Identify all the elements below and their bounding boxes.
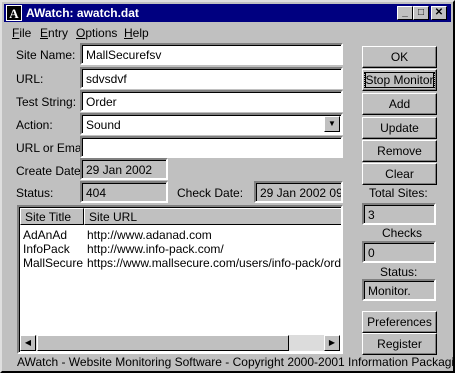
column-site-url[interactable]: Site URL	[84, 208, 341, 225]
list-header: Site Title Site URL	[20, 208, 341, 225]
horizontal-scrollbar[interactable]: ◀ ▶	[20, 335, 340, 351]
stop-monitor-button[interactable]: Stop Monitor	[362, 69, 437, 91]
ok-button[interactable]: OK	[362, 46, 437, 68]
checks-field: 0	[362, 241, 436, 263]
test-string-input[interactable]: Order	[80, 90, 343, 112]
site-title-cell: InfoPack	[23, 242, 70, 256]
create-date-label: Create Date:	[16, 164, 85, 178]
clear-button[interactable]: Clear	[362, 163, 437, 185]
check-date-label: Check Date:	[177, 186, 244, 200]
monitor-status-label: Status:	[380, 265, 418, 279]
menu-file[interactable]: File	[12, 26, 31, 40]
total-sites-field: 3	[362, 203, 436, 225]
title-bar[interactable]: A AWatch: awatch.dat _ □ ✕	[4, 4, 451, 22]
site-url-cell: https://www.mallsecure.com/users/info-pa…	[87, 256, 342, 270]
create-date-field: 29 Jan 2002	[80, 158, 168, 180]
menu-bar: File Entry Options Help	[4, 23, 451, 41]
site-title-cell: AdAnAd	[23, 228, 68, 242]
checks-label: Checks	[382, 226, 423, 240]
total-sites-label: Total Sites:	[369, 186, 428, 200]
minimize-button[interactable]: _	[397, 6, 413, 20]
scroll-right-icon[interactable]: ▶	[324, 335, 340, 351]
check-date-field: 29 Jan 2002 09:5	[254, 181, 343, 203]
site-url-cell: http://www.adanad.com	[87, 228, 212, 242]
add-button[interactable]: Add	[362, 93, 437, 115]
status-field: 404	[80, 181, 168, 203]
site-url-cell: http://www.info-pack.com/	[87, 242, 224, 256]
column-site-title[interactable]: Site Title	[20, 208, 84, 225]
test-string-label: Test String:	[16, 95, 77, 109]
dropdown-arrow-icon[interactable]: ▼	[324, 116, 340, 132]
url-or-email-label: URL or Email	[16, 141, 87, 155]
monitor-status-field: Monitor.	[362, 279, 436, 301]
url-or-email-input[interactable]	[80, 136, 343, 158]
main-window: A AWatch: awatch.dat _ □ ✕ File Entry Op…	[0, 0, 455, 373]
register-button[interactable]: Register	[362, 333, 437, 355]
site-name-input[interactable]: MallSecurefsv	[80, 43, 343, 65]
footer-copyright: AWatch - Website Monitoring Software - C…	[17, 355, 455, 369]
app-icon[interactable]: A	[6, 5, 22, 21]
menu-entry[interactable]: Entry	[40, 26, 68, 40]
close-button[interactable]: ✕	[431, 6, 447, 20]
action-select[interactable]: Sound ▼	[80, 113, 343, 135]
action-select-value: Sound	[86, 118, 121, 132]
url-label: URL:	[16, 72, 44, 86]
action-label: Action:	[16, 118, 53, 132]
site-name-label: Site Name:	[16, 48, 76, 62]
maximize-button[interactable]: □	[413, 6, 429, 20]
preferences-button[interactable]: Preferences	[362, 311, 437, 333]
remove-button[interactable]: Remove	[362, 140, 437, 162]
status-label: Status:	[16, 186, 54, 200]
url-input[interactable]: sdvsdvf	[80, 67, 343, 89]
menu-options[interactable]: Options	[76, 26, 117, 40]
update-button[interactable]: Update	[362, 117, 437, 139]
window-title: AWatch: awatch.dat	[26, 6, 139, 20]
menu-help[interactable]: Help	[124, 26, 149, 40]
site-title-cell: MallSecure	[23, 256, 84, 270]
scroll-thumb[interactable]	[37, 335, 289, 351]
site-list[interactable]: Site Title Site URL AdAnAd http://www.ad…	[17, 205, 343, 354]
scroll-left-icon[interactable]: ◀	[20, 335, 36, 351]
